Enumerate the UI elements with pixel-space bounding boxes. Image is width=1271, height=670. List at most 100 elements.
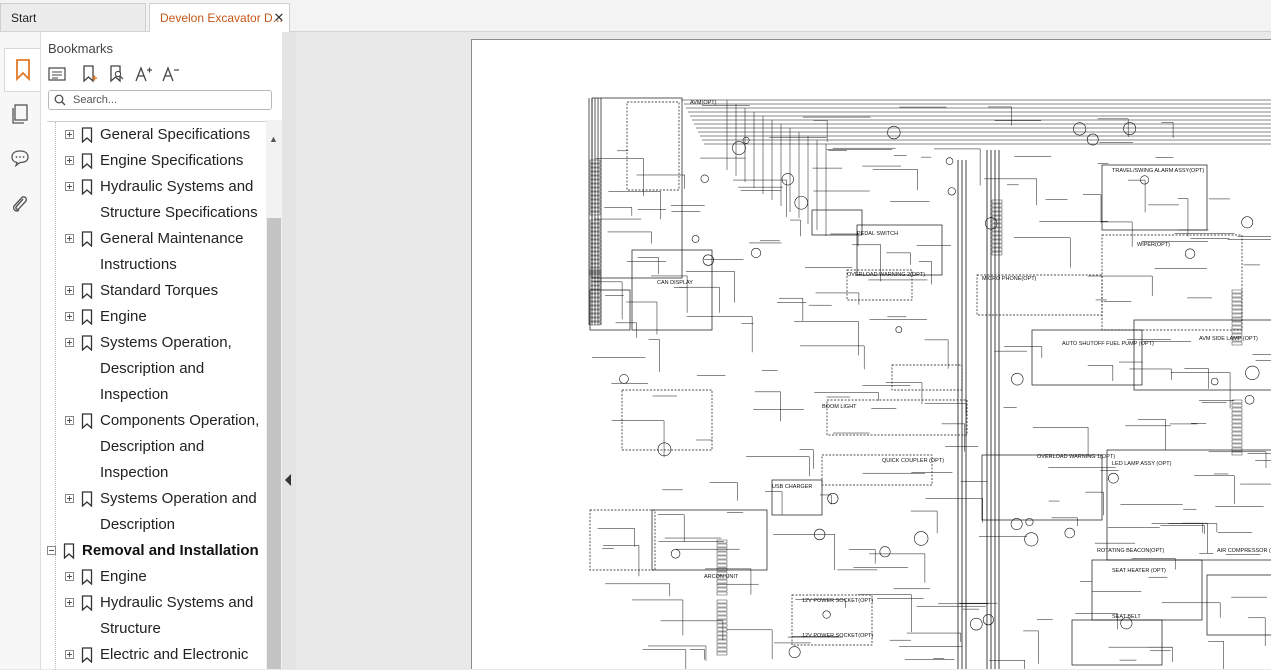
schematic-connector-pin [1231,403,1243,408]
schematic-connector-pin [716,631,728,636]
schematic-connector-pin [1231,325,1243,330]
expand-icon[interactable] [65,312,74,321]
panel-splitter[interactable] [282,32,296,669]
bookmark-label-continuation[interactable]: Instructions [47,252,266,278]
close-icon[interactable]: ✕ [273,4,285,32]
schematic-connector-pin [716,611,728,616]
new-bookmark-icon[interactable] [80,64,100,84]
bookmark-label-continuation[interactable]: Inspection [47,460,266,486]
bookmark-item[interactable]: Hydraulic Systems and [47,174,266,200]
schematic-component-box [1101,234,1243,331]
find-bookmark-icon[interactable] [107,64,127,84]
text-smaller-icon[interactable] [161,64,181,84]
schematic-label: QUICK COUPLER (OPT) [882,458,944,464]
document-page[interactable]: AVM(OPT) TRAVEL/SWING ALARM ASSY(OPT) WIPE… [471,39,1271,669]
bookmark-label-continuation[interactable]: Structure [47,616,266,642]
schematic-connector-pin [1231,431,1243,436]
bookmark-icon[interactable] [4,48,40,92]
bookmark-label-continuation[interactable]: Description and [47,356,266,382]
scroll-up-arrow-icon[interactable]: ▲ [269,134,278,144]
schematic-label: PEDAL SWITCH [857,231,898,237]
schematic-connector-pin [716,615,728,620]
bookmark-item[interactable]: General Specifications [47,122,266,148]
attachment-icon[interactable] [6,190,34,220]
schematic-connector-pin [716,579,728,584]
expand-icon[interactable] [65,338,74,347]
schematic-connector-pin [716,607,728,612]
comment-icon[interactable] [6,143,34,173]
search-icon [54,94,66,106]
bookmark-item[interactable]: Electric and Electronic [47,642,266,668]
expand-icon[interactable] [65,130,74,139]
bookmark-label: Systems Operation and [100,490,257,507]
bookmark-label: Electric and Electronic [100,646,249,663]
schematic-connector-pin [991,243,1003,248]
schematic-lamp-symbol [781,173,794,186]
bookmark-item[interactable]: Systems Operation, [47,330,266,356]
bookmark-item[interactable]: General Maintenance [47,226,266,252]
bookmark-item[interactable]: Engine Specifications [47,148,266,174]
tab-document-label: Develon Excavator D... [160,11,283,25]
tab-document[interactable]: Develon Excavator D... ✕ [149,3,290,32]
list-options-icon[interactable] [47,64,67,84]
scrollbar-thumb[interactable] [267,218,281,669]
bookmark-label-continuation[interactable]: Structure Specifications [47,200,266,226]
bookmark-icon [81,413,93,434]
schematic-lamp-symbol [1024,532,1039,547]
expand-icon[interactable] [65,650,74,659]
schematic-lamp-symbol [1245,365,1260,380]
schematic-connector-pin [716,639,728,644]
expand-icon[interactable] [65,234,74,243]
bookmark-label: Structure [100,620,161,637]
schematic-component-box [1206,574,1271,636]
bookmarks-scrollbar[interactable]: ▲ [266,120,282,669]
schematic-connector-pin [716,627,728,632]
schematic-lamp-symbol [1025,517,1034,526]
schematic-component-box [1031,329,1143,386]
schematic-connector-pin [1231,305,1243,310]
expand-icon[interactable] [65,182,74,191]
schematic-component-box [631,249,713,331]
expand-icon[interactable] [65,416,74,425]
schematic-lamp-symbol [822,610,831,619]
schematic-connector-pin [1231,313,1243,318]
schematic-connector-pin [716,647,728,652]
schematic-connector-pin [716,587,728,592]
expand-icon[interactable] [65,598,74,607]
bookmark-label: Components Operation, [100,412,260,429]
bookmark-label: Description and [100,360,205,377]
pages-icon[interactable] [6,99,34,129]
schematic-connector-pin [991,203,1003,208]
schematic-label: AVM(OPT) [690,100,717,106]
bookmark-item[interactable]: Hydraulic Systems and [47,590,266,616]
expand-icon[interactable] [65,494,74,503]
bookmark-item[interactable]: Standard Torques [47,278,266,304]
bookmark-label-continuation[interactable]: Inspection [47,382,266,408]
bookmark-label: General Maintenance [100,230,244,247]
text-larger-icon[interactable] [134,64,154,84]
panel-title: Bookmarks [48,41,114,56]
bookmark-item[interactable]: Removal and Installation [47,538,266,564]
bookmark-label: Description and [100,438,205,455]
expand-icon[interactable] [65,286,74,295]
bookmark-item[interactable]: Engine [47,564,266,590]
bookmark-label: Instructions [100,256,177,273]
bookmark-label-continuation[interactable]: Description [47,512,266,538]
bookmark-label: Removal and Installation [82,542,259,559]
schematic-lamp-symbol [700,174,709,183]
tab-start[interactable]: Start [0,3,146,31]
schematic-connector-pin [716,599,728,604]
schematic-connector-pin [1231,447,1243,452]
bookmark-item[interactable]: Components Operation, [47,408,266,434]
collapse-icon[interactable] [47,546,56,555]
expand-icon[interactable] [65,572,74,581]
bookmark-item[interactable]: Engine [47,304,266,330]
schematic-connector-pin [716,591,728,596]
bookmark-item[interactable]: Systems Operation and [47,486,266,512]
schematic-lamp-symbol [691,235,700,243]
bookmark-search-input[interactable] [73,92,263,108]
collapse-panel-icon[interactable] [285,474,291,486]
expand-icon[interactable] [65,156,74,165]
bookmark-label-continuation[interactable]: Description and [47,434,266,460]
schematic-label: OVERLOAD WARNING 2(OPT) [847,272,925,278]
